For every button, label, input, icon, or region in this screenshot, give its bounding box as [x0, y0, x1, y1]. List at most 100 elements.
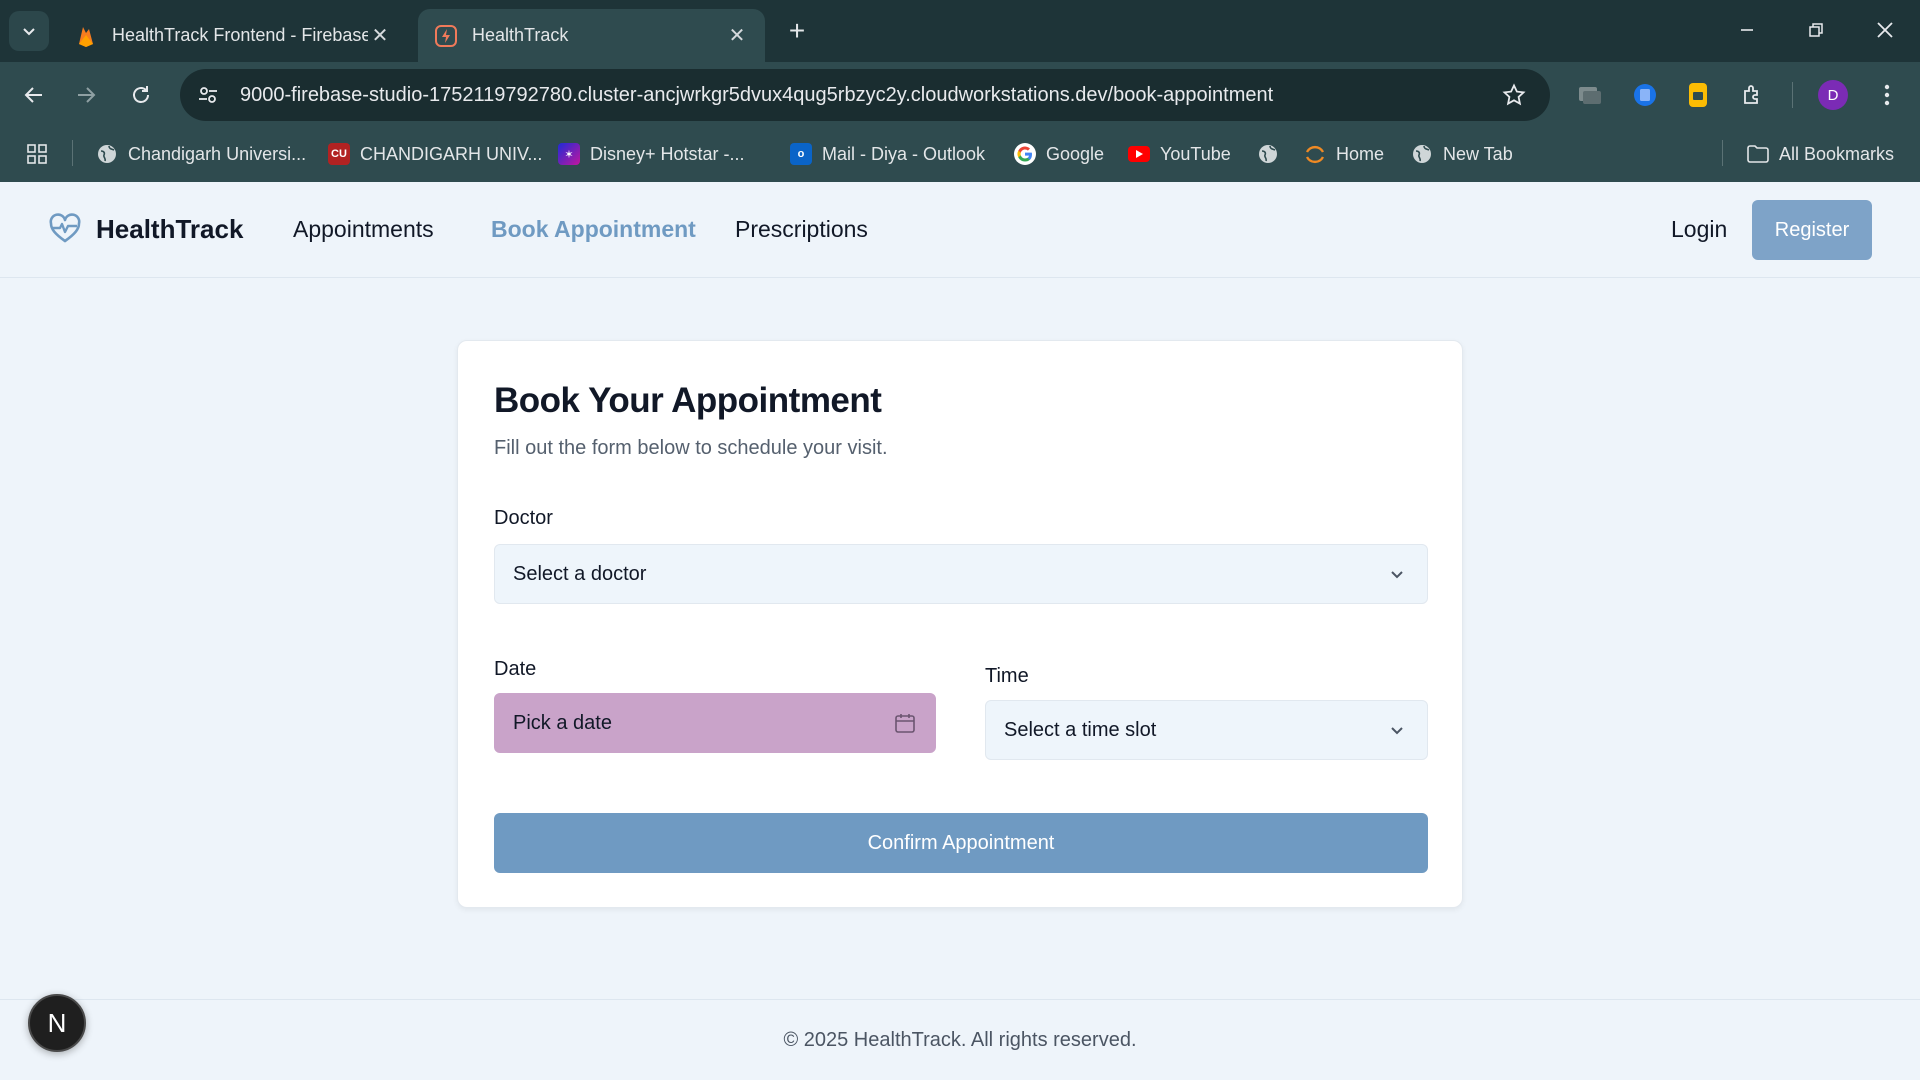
time-label: Time — [985, 665, 1029, 687]
bookmarks-bar: Chandigarh Universi... CU CHANDIGARH UNI… — [0, 128, 1920, 182]
close-window-button[interactable] — [1860, 10, 1910, 50]
brand-name: HealthTrack — [96, 213, 244, 244]
form-title: Book Your Appointment — [494, 381, 882, 420]
apps-grid-icon — [27, 144, 47, 164]
time-select[interactable]: Select a time slot — [985, 700, 1428, 760]
outlook-icon: o — [790, 143, 812, 165]
bookmark-label: CHANDIGARH UNIV... — [360, 143, 543, 164]
nextjs-dev-badge[interactable]: N — [28, 994, 86, 1052]
brand-link[interactable]: HealthTrack — [48, 212, 243, 246]
restore-button[interactable] — [1791, 10, 1841, 50]
bookmark-label: New Tab — [1443, 143, 1513, 164]
heart-pulse-icon — [49, 213, 81, 243]
chevron-down-icon — [23, 28, 35, 36]
bookmark-label: Disney+ Hotstar -... — [590, 143, 745, 164]
bookmark-youtube[interactable]: YouTube — [1128, 138, 1231, 170]
nav-prescriptions[interactable]: Prescriptions — [735, 216, 868, 243]
tab-title: HealthTrack Frontend - Firebase Studio — [112, 25, 368, 45]
bookmarks-divider — [72, 140, 73, 166]
bookmark-label: Chandigarh Universi... — [128, 143, 307, 164]
date-picker-button[interactable]: Pick a date — [494, 693, 936, 753]
all-bookmarks-label: All Bookmarks — [1779, 143, 1895, 164]
register-button[interactable]: Register — [1752, 200, 1872, 260]
date-picker-value: Pick a date — [513, 711, 612, 734]
home-arc-icon — [1304, 143, 1326, 165]
bookmark-chandigarh-university[interactable]: Chandigarh Universi... — [96, 138, 306, 170]
bookmark-label: Google — [1046, 143, 1105, 164]
bookmark-hotstar[interactable]: ✶ Disney+ Hotstar -... — [558, 138, 745, 170]
site-header: HealthTrack Appointments Book Appointmen… — [0, 182, 1920, 278]
profile-avatar[interactable]: D — [1818, 80, 1848, 110]
google-icon — [1014, 143, 1036, 165]
close-icon — [1877, 22, 1893, 38]
appointment-form-card: Book Your Appointment Fill out the form … — [457, 340, 1463, 908]
doctor-select[interactable]: Select a doctor — [494, 544, 1428, 604]
login-link[interactable]: Login — [1671, 216, 1727, 243]
bookmark-new-tab[interactable]: New Tab — [1411, 138, 1513, 170]
bookmark-label: Mail - Diya - Outlook — [822, 143, 986, 164]
tab-search-button[interactable] — [9, 11, 49, 51]
time-select-value: Select a time slot — [1004, 718, 1157, 741]
close-icon[interactable]: ✕ — [368, 24, 392, 48]
chevron-down-icon — [1385, 718, 1409, 742]
globe-icon — [1411, 143, 1433, 165]
reload-button[interactable] — [119, 73, 163, 117]
doctor-select-value: Select a doctor — [513, 562, 647, 585]
bookmarks-divider — [1722, 140, 1723, 166]
extension-note-icon[interactable] — [1680, 77, 1716, 113]
back-button[interactable] — [12, 73, 56, 117]
bookmark-globe[interactable] — [1257, 138, 1289, 170]
extension-translate-icon[interactable] — [1627, 77, 1663, 113]
bookmark-google[interactable]: Google — [1014, 138, 1104, 170]
tab-healthtrack[interactable]: HealthTrack ✕ — [418, 9, 765, 62]
minimize-icon — [1741, 29, 1753, 31]
bookmark-chandigarh-univ[interactable]: CU CHANDIGARH UNIV... — [328, 138, 542, 170]
tab-firebase-studio[interactable]: HealthTrack Frontend - Firebase Studio ✕ — [58, 9, 408, 62]
youtube-icon — [1128, 146, 1150, 162]
chevron-down-icon — [1385, 562, 1409, 586]
forward-arrow-icon — [78, 87, 96, 103]
nav-book-appointment[interactable]: Book Appointment — [491, 216, 696, 243]
bookmark-home[interactable]: Home — [1304, 138, 1384, 170]
calendar-icon — [893, 711, 917, 735]
forward-button[interactable] — [64, 73, 108, 117]
hotstar-icon: ✶ — [558, 143, 580, 165]
url-text: 9000-firebase-studio-1752119792780.clust… — [240, 83, 1274, 106]
tab-title: HealthTrack — [472, 25, 569, 45]
studio-icon — [434, 24, 458, 48]
confirm-appointment-button[interactable]: Confirm Appointment — [494, 813, 1428, 873]
extension-media-icon[interactable] — [1572, 77, 1608, 113]
bookmark-label: YouTube — [1160, 143, 1231, 164]
cu-logo-icon: CU — [328, 143, 350, 165]
address-bar[interactable]: 9000-firebase-studio-1752119792780.clust… — [180, 69, 1550, 121]
form-subtitle: Fill out the form below to schedule your… — [494, 437, 888, 459]
close-icon[interactable]: ✕ — [725, 24, 749, 48]
reload-icon — [133, 86, 149, 103]
browser-toolbar: 9000-firebase-studio-1752119792780.clust… — [0, 62, 1920, 128]
site-settings-icon[interactable] — [186, 73, 230, 117]
globe-icon — [1257, 143, 1279, 165]
copyright-text: © 2025 HealthTrack. All rights reserved. — [783, 1028, 1137, 1051]
bookmark-star-icon[interactable] — [1500, 81, 1528, 109]
restore-icon — [1809, 23, 1823, 37]
bookmark-outlook[interactable]: o Mail - Diya - Outlook — [790, 138, 985, 170]
nav-appointments[interactable]: Appointments — [293, 216, 434, 243]
firebase-icon — [74, 24, 98, 48]
folder-icon — [1747, 143, 1769, 165]
tab-strip: HealthTrack Frontend - Firebase Studio ✕… — [0, 0, 1920, 62]
date-label: Date — [494, 658, 537, 680]
back-arrow-icon — [24, 87, 42, 103]
apps-grid-button[interactable] — [26, 138, 48, 170]
page: HealthTrack Appointments Book Appointmen… — [0, 182, 1920, 1080]
toolbar-divider — [1792, 82, 1793, 108]
bookmark-label: Home — [1336, 143, 1385, 164]
all-bookmarks-button[interactable]: All Bookmarks — [1747, 138, 1894, 170]
more-menu-icon[interactable] — [1869, 77, 1905, 113]
new-tab-button[interactable]: + — [780, 14, 814, 48]
doctor-label: Doctor — [494, 507, 553, 529]
site-footer: © 2025 HealthTrack. All rights reserved. — [0, 999, 1920, 1080]
minimize-button[interactable] — [1722, 10, 1772, 50]
extensions-puzzle-icon[interactable] — [1735, 77, 1771, 113]
globe-icon — [96, 143, 118, 165]
browser-chrome: HealthTrack Frontend - Firebase Studio ✕… — [0, 0, 1920, 182]
